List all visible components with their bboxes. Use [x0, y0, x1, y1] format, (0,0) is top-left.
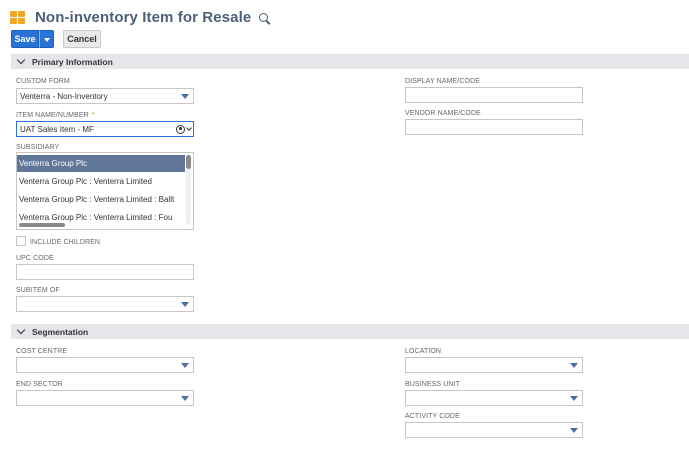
dropdown-arrow-icon — [181, 396, 189, 401]
dropdown-arrow-icon — [570, 396, 578, 401]
custom-form-select[interactable]: Venterra - Non-Inventory — [16, 88, 194, 104]
subsidiary-option[interactable]: Venterra Group Plc — [17, 155, 185, 172]
chevron-down-icon — [16, 325, 26, 335]
horizontal-scrollbar[interactable] — [19, 223, 65, 227]
activity-code-select[interactable] — [405, 422, 583, 438]
vertical-scrollbar[interactable] — [186, 155, 191, 225]
save-button[interactable]: Save — [11, 30, 39, 48]
subitem-of-label: SUBITEM OF — [16, 287, 60, 294]
required-mark: * — [91, 112, 95, 119]
page-title: Non-inventory Item for Resale — [35, 8, 252, 26]
item-name-label: ITEM NAME/NUMBER * — [16, 112, 95, 119]
dropdown-arrow-icon — [181, 363, 189, 368]
toolbar: Save Cancel — [11, 30, 101, 48]
section-segmentation[interactable]: Segmentation — [11, 324, 689, 339]
business-unit-label: BUSINESS UNIT — [405, 381, 460, 388]
upc-code-label: UPC CODE — [16, 255, 54, 262]
item-name-input[interactable]: UAT Sales Item - MF — [16, 121, 194, 137]
activity-code-label: ACTIVITY CODE — [405, 413, 460, 420]
page-header: Non-inventory Item for Resale — [10, 6, 271, 28]
upc-code-input[interactable] — [16, 264, 194, 280]
dropdown-arrow-icon — [570, 428, 578, 433]
include-children-checkbox[interactable] — [16, 236, 26, 246]
cost-centre-select[interactable] — [16, 357, 194, 373]
subitem-of-select[interactable] — [16, 296, 194, 312]
dropdown-arrow-icon — [570, 363, 578, 368]
dropdown-arrow-icon — [181, 94, 189, 99]
person-icon[interactable] — [176, 125, 185, 134]
records-grid-icon — [10, 9, 26, 25]
subsidiary-option[interactable]: Venterra Group Plc : Venterra Limited : … — [17, 191, 185, 208]
chevron-down-icon — [16, 55, 26, 65]
dropdown-arrow-icon — [181, 302, 189, 307]
location-select[interactable] — [405, 357, 583, 373]
end-sector-select[interactable] — [16, 390, 194, 406]
display-name-label: DISPLAY NAME/CODE — [405, 78, 480, 85]
location-label: LOCATION — [405, 348, 442, 355]
custom-form-label: CUSTOM FORM — [16, 78, 70, 85]
section-primary-information[interactable]: Primary Information — [11, 54, 689, 69]
end-sector-label: END SECTOR — [16, 381, 63, 388]
save-options-dropdown-button[interactable] — [39, 30, 54, 48]
vendor-name-input[interactable] — [405, 119, 583, 135]
vendor-name-label: VENDOR NAME/CODE — [405, 110, 481, 117]
chevron-down-icon[interactable] — [186, 125, 192, 131]
scrollbar-thumb[interactable] — [186, 155, 191, 169]
display-name-input[interactable] — [405, 87, 583, 103]
custom-form-value: Venterra - Non-Inventory — [20, 91, 108, 101]
subsidiary-label: SUBSIDIARY — [16, 144, 60, 151]
cancel-button[interactable]: Cancel — [63, 30, 101, 48]
item-name-value: UAT Sales Item - MF — [20, 124, 94, 134]
subsidiary-multiselect[interactable]: Venterra Group Plc Venterra Group Plc : … — [16, 152, 194, 230]
cost-centre-label: COST CENTRE — [16, 348, 68, 355]
subsidiary-option[interactable]: Venterra Group Plc : Venterra Limited — [17, 173, 185, 190]
section-label: Primary Information — [32, 56, 113, 67]
search-icon[interactable] — [259, 12, 271, 25]
section-label: Segmentation — [32, 326, 89, 337]
include-children-label: INCLUDE CHILDREN — [30, 239, 101, 246]
business-unit-select[interactable] — [405, 390, 583, 406]
